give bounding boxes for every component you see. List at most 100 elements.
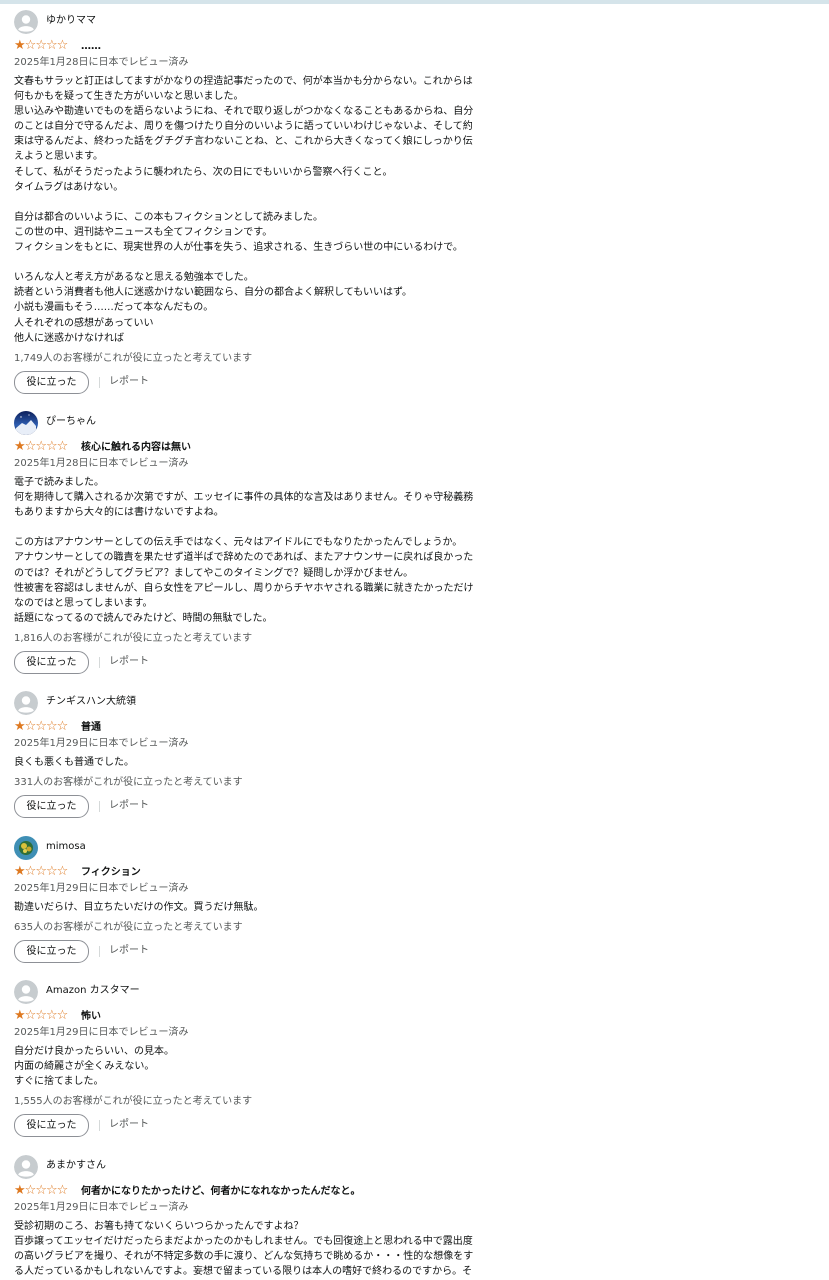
star-filled-icon: ★ bbox=[14, 1008, 26, 1023]
helpful-button[interactable]: 役に立った bbox=[14, 650, 89, 674]
default-user-icon[interactable] bbox=[14, 1155, 38, 1179]
default-user-icon[interactable] bbox=[14, 10, 38, 34]
review-body-line: この世の中、週刊誌やニュースも全てフィクションです。 bbox=[14, 226, 273, 238]
star-empty-icon: ☆ bbox=[35, 1008, 47, 1023]
star-filled-icon: ★ bbox=[14, 1183, 26, 1198]
review-actions: 役に立った レポート bbox=[14, 1114, 514, 1138]
star-empty-icon: ☆ bbox=[56, 439, 69, 454]
review-body-line: フィクションをもとに、現実世界の人が仕事を失う、追求される、生きづらい世の中にい… bbox=[14, 242, 463, 254]
helpful-button[interactable]: 役に立った bbox=[14, 940, 89, 964]
review-body-line: 文春もサラッと訂正はしてますがかなりの捏造記事だったので、何が本当かも分からない… bbox=[14, 76, 473, 87]
star-filled-icon: ★ bbox=[14, 38, 26, 53]
helpful-button[interactable]: 役に立った bbox=[14, 795, 89, 819]
star-empty-icon: ☆ bbox=[45, 719, 58, 734]
review-body-line: のことは自分で守るんだよ、周りを傷つけたり自分のいいように語っていいわけじゃない… bbox=[14, 121, 473, 133]
helpful-count: 1,555人のお客様がこれが役に立ったと考えています bbox=[14, 1096, 253, 1108]
review-body-line: この方はアナウンサーとしての伝え手ではなく、元々はアイドルにでもなりたかったんで… bbox=[14, 537, 463, 549]
avatar[interactable] bbox=[14, 411, 38, 435]
review-body-line: もありますから大々的には書けないですよね。 bbox=[14, 507, 224, 519]
star-rating[interactable]: ★☆☆☆☆ bbox=[14, 719, 68, 735]
review-date: 2025年1月29日に日本でレビュー済み bbox=[14, 883, 189, 894]
report-link[interactable]: レポート bbox=[109, 799, 149, 813]
star-empty-icon: ☆ bbox=[35, 864, 47, 879]
star-empty-icon: ☆ bbox=[24, 719, 37, 734]
star-rating[interactable]: ★☆☆☆☆ bbox=[14, 439, 69, 455]
review-header: ★☆☆☆☆ 何者かになりたかったけど、何者かになれなかったんだなと。 bbox=[14, 1183, 514, 1200]
review-actions: 役に立った レポート bbox=[14, 795, 514, 819]
review-body-line: の高いグラビアを撮り、それが不特定多数の手に渡り、どんな気持ちで眺めるか・・・性… bbox=[14, 1251, 474, 1263]
star-empty-icon: ☆ bbox=[35, 719, 47, 734]
helpful-count: 331人のお客様がこれが役に立ったと考えています bbox=[14, 777, 243, 789]
review-header: ★☆☆☆☆ フィクション bbox=[14, 864, 514, 881]
review-title[interactable]: 普通 bbox=[81, 721, 101, 735]
star-empty-icon: ☆ bbox=[24, 1183, 37, 1198]
helpful-button[interactable]: 役に立った bbox=[14, 1114, 89, 1138]
review-title[interactable]: フィクション bbox=[81, 866, 141, 880]
default-user-icon[interactable] bbox=[14, 980, 38, 1004]
action-divider bbox=[99, 946, 100, 958]
review-body-line: 性被害を容認はしませんが、自ら女性をアピールし、周りからチヤホヤされる職業に就き… bbox=[14, 582, 474, 594]
review-actions: 役に立った レポート bbox=[14, 370, 514, 395]
review-title[interactable]: 怖い bbox=[81, 1010, 101, 1024]
review-header: ★☆☆☆☆ 核心に触れる内容は無い bbox=[14, 439, 514, 456]
review-body-line: 自分は都合のいいように、この本もフィクションとして読みました。 bbox=[14, 211, 323, 223]
review-body-line: アナウンサーとしての職責を果たせず道半ばで辞めたのであれば、またアナウンサーに戻… bbox=[14, 552, 474, 564]
review-body-line: 話題になってるので読んでみたけど、時間の無駄でした。 bbox=[14, 612, 273, 624]
action-divider bbox=[99, 1120, 100, 1132]
review-title[interactable]: 何者かになりたかったけど、何者かになれなかったんだなと。 bbox=[81, 1185, 361, 1199]
review-body-line: そして、私がそうだったように襲われたら、次の日にでもいいから警察へ行くこと。 bbox=[14, 166, 393, 178]
helpful-count: 1,816人のお客様がこれが役に立ったと考えています bbox=[14, 632, 253, 644]
top-border bbox=[0, 0, 829, 4]
review-body-line: 電子で読みました。 bbox=[14, 477, 104, 488]
review-body-line: いろんな人と考え方があるなと思える勉強本でした。 bbox=[14, 272, 254, 284]
reviewer-profile[interactable]: ぴーちゃん bbox=[14, 411, 514, 435]
star-rating[interactable]: ★☆☆☆☆ bbox=[14, 864, 68, 880]
review-body: 勘違いだらけ、目立ちたいだけの作文。買うだけ無駄。 bbox=[14, 900, 514, 915]
review-body-line: えようと思います。 bbox=[14, 151, 103, 163]
star-rating[interactable]: ★☆☆☆☆ bbox=[14, 1008, 69, 1024]
review-title[interactable]: …… bbox=[81, 40, 101, 54]
review-body: 良くも悪くも普通でした。 bbox=[14, 755, 514, 770]
star-filled-icon: ★ bbox=[14, 439, 26, 454]
review-date: 2025年1月28日に日本でレビュー済み bbox=[14, 458, 189, 469]
reviewer-profile[interactable]: チンギスハン大統領 bbox=[14, 691, 514, 715]
action-divider bbox=[99, 376, 100, 388]
helpful-button[interactable]: 役に立った bbox=[14, 370, 89, 394]
review-header: ★☆☆☆☆ 普通 bbox=[14, 719, 514, 736]
review-body-line: 受診初期のころ、お箸も持てないくらいつらかったんですよね？ bbox=[14, 1221, 304, 1232]
report-link[interactable]: レポート bbox=[109, 375, 149, 389]
reviewer-name[interactable]: Amazon カスタマー bbox=[46, 984, 140, 998]
helpful-count: 1,749人のお客様がこれが役に立ったと考えています bbox=[14, 352, 253, 364]
review: チンギスハン大統領 ★☆☆☆☆ 普通 2025年1月29日に日本でレビュー済み … bbox=[14, 691, 514, 819]
star-empty-icon: ☆ bbox=[56, 1008, 69, 1023]
review-body-line: すぐに捨てました。 bbox=[14, 1076, 104, 1088]
review: mimosa ★☆☆☆☆ フィクション 2025年1月29日に日本でレビュー済み… bbox=[14, 836, 514, 964]
reviewer-name[interactable]: チンギスハン大統領 bbox=[46, 695, 136, 709]
review-body-line: 何もかもを疑って生きた方がいいなと思いました。 bbox=[14, 91, 244, 103]
review-date: 2025年1月29日に日本でレビュー済み bbox=[14, 1202, 189, 1213]
report-link[interactable]: レポート bbox=[109, 944, 149, 958]
star-rating[interactable]: ★☆☆☆☆ bbox=[14, 1183, 69, 1199]
action-divider bbox=[99, 656, 100, 668]
review-title[interactable]: 核心に触れる内容は無い bbox=[81, 441, 191, 455]
review-body-line: タイムラグはあけない。 bbox=[14, 181, 124, 193]
avatar[interactable] bbox=[14, 836, 38, 860]
reviewer-name[interactable]: あまかすさん bbox=[46, 1159, 106, 1173]
reviewer-name[interactable]: ゆかりママ bbox=[46, 14, 96, 28]
star-empty-icon: ☆ bbox=[56, 38, 69, 53]
review-body-line: る人だっているかもしれないんですよ。妄想で留まっている限りは本人の嗜好で終わるの… bbox=[14, 1266, 473, 1278]
review: あまかすさん ★☆☆☆☆ 何者かになりたかったけど、何者かになれなかったんだなと… bbox=[14, 1155, 514, 1279]
star-rating[interactable]: ★☆☆☆☆ bbox=[14, 38, 69, 54]
reviewer-profile[interactable]: あまかすさん bbox=[14, 1155, 514, 1179]
reviewer-profile[interactable]: Amazon カスタマー bbox=[14, 980, 514, 1004]
reviewer-name[interactable]: mimosa bbox=[46, 840, 86, 854]
reviewer-profile[interactable]: mimosa bbox=[14, 836, 514, 860]
reviewer-profile[interactable]: ゆかりママ bbox=[14, 10, 514, 34]
report-link[interactable]: レポート bbox=[109, 1118, 149, 1132]
default-user-icon[interactable] bbox=[14, 691, 38, 715]
star-empty-icon: ☆ bbox=[56, 1183, 69, 1198]
review-body-line bbox=[14, 255, 514, 270]
review-date: 2025年1月29日に日本でレビュー済み bbox=[14, 1027, 189, 1038]
report-link[interactable]: レポート bbox=[109, 655, 149, 669]
reviewer-name[interactable]: ぴーちゃん bbox=[46, 415, 96, 429]
